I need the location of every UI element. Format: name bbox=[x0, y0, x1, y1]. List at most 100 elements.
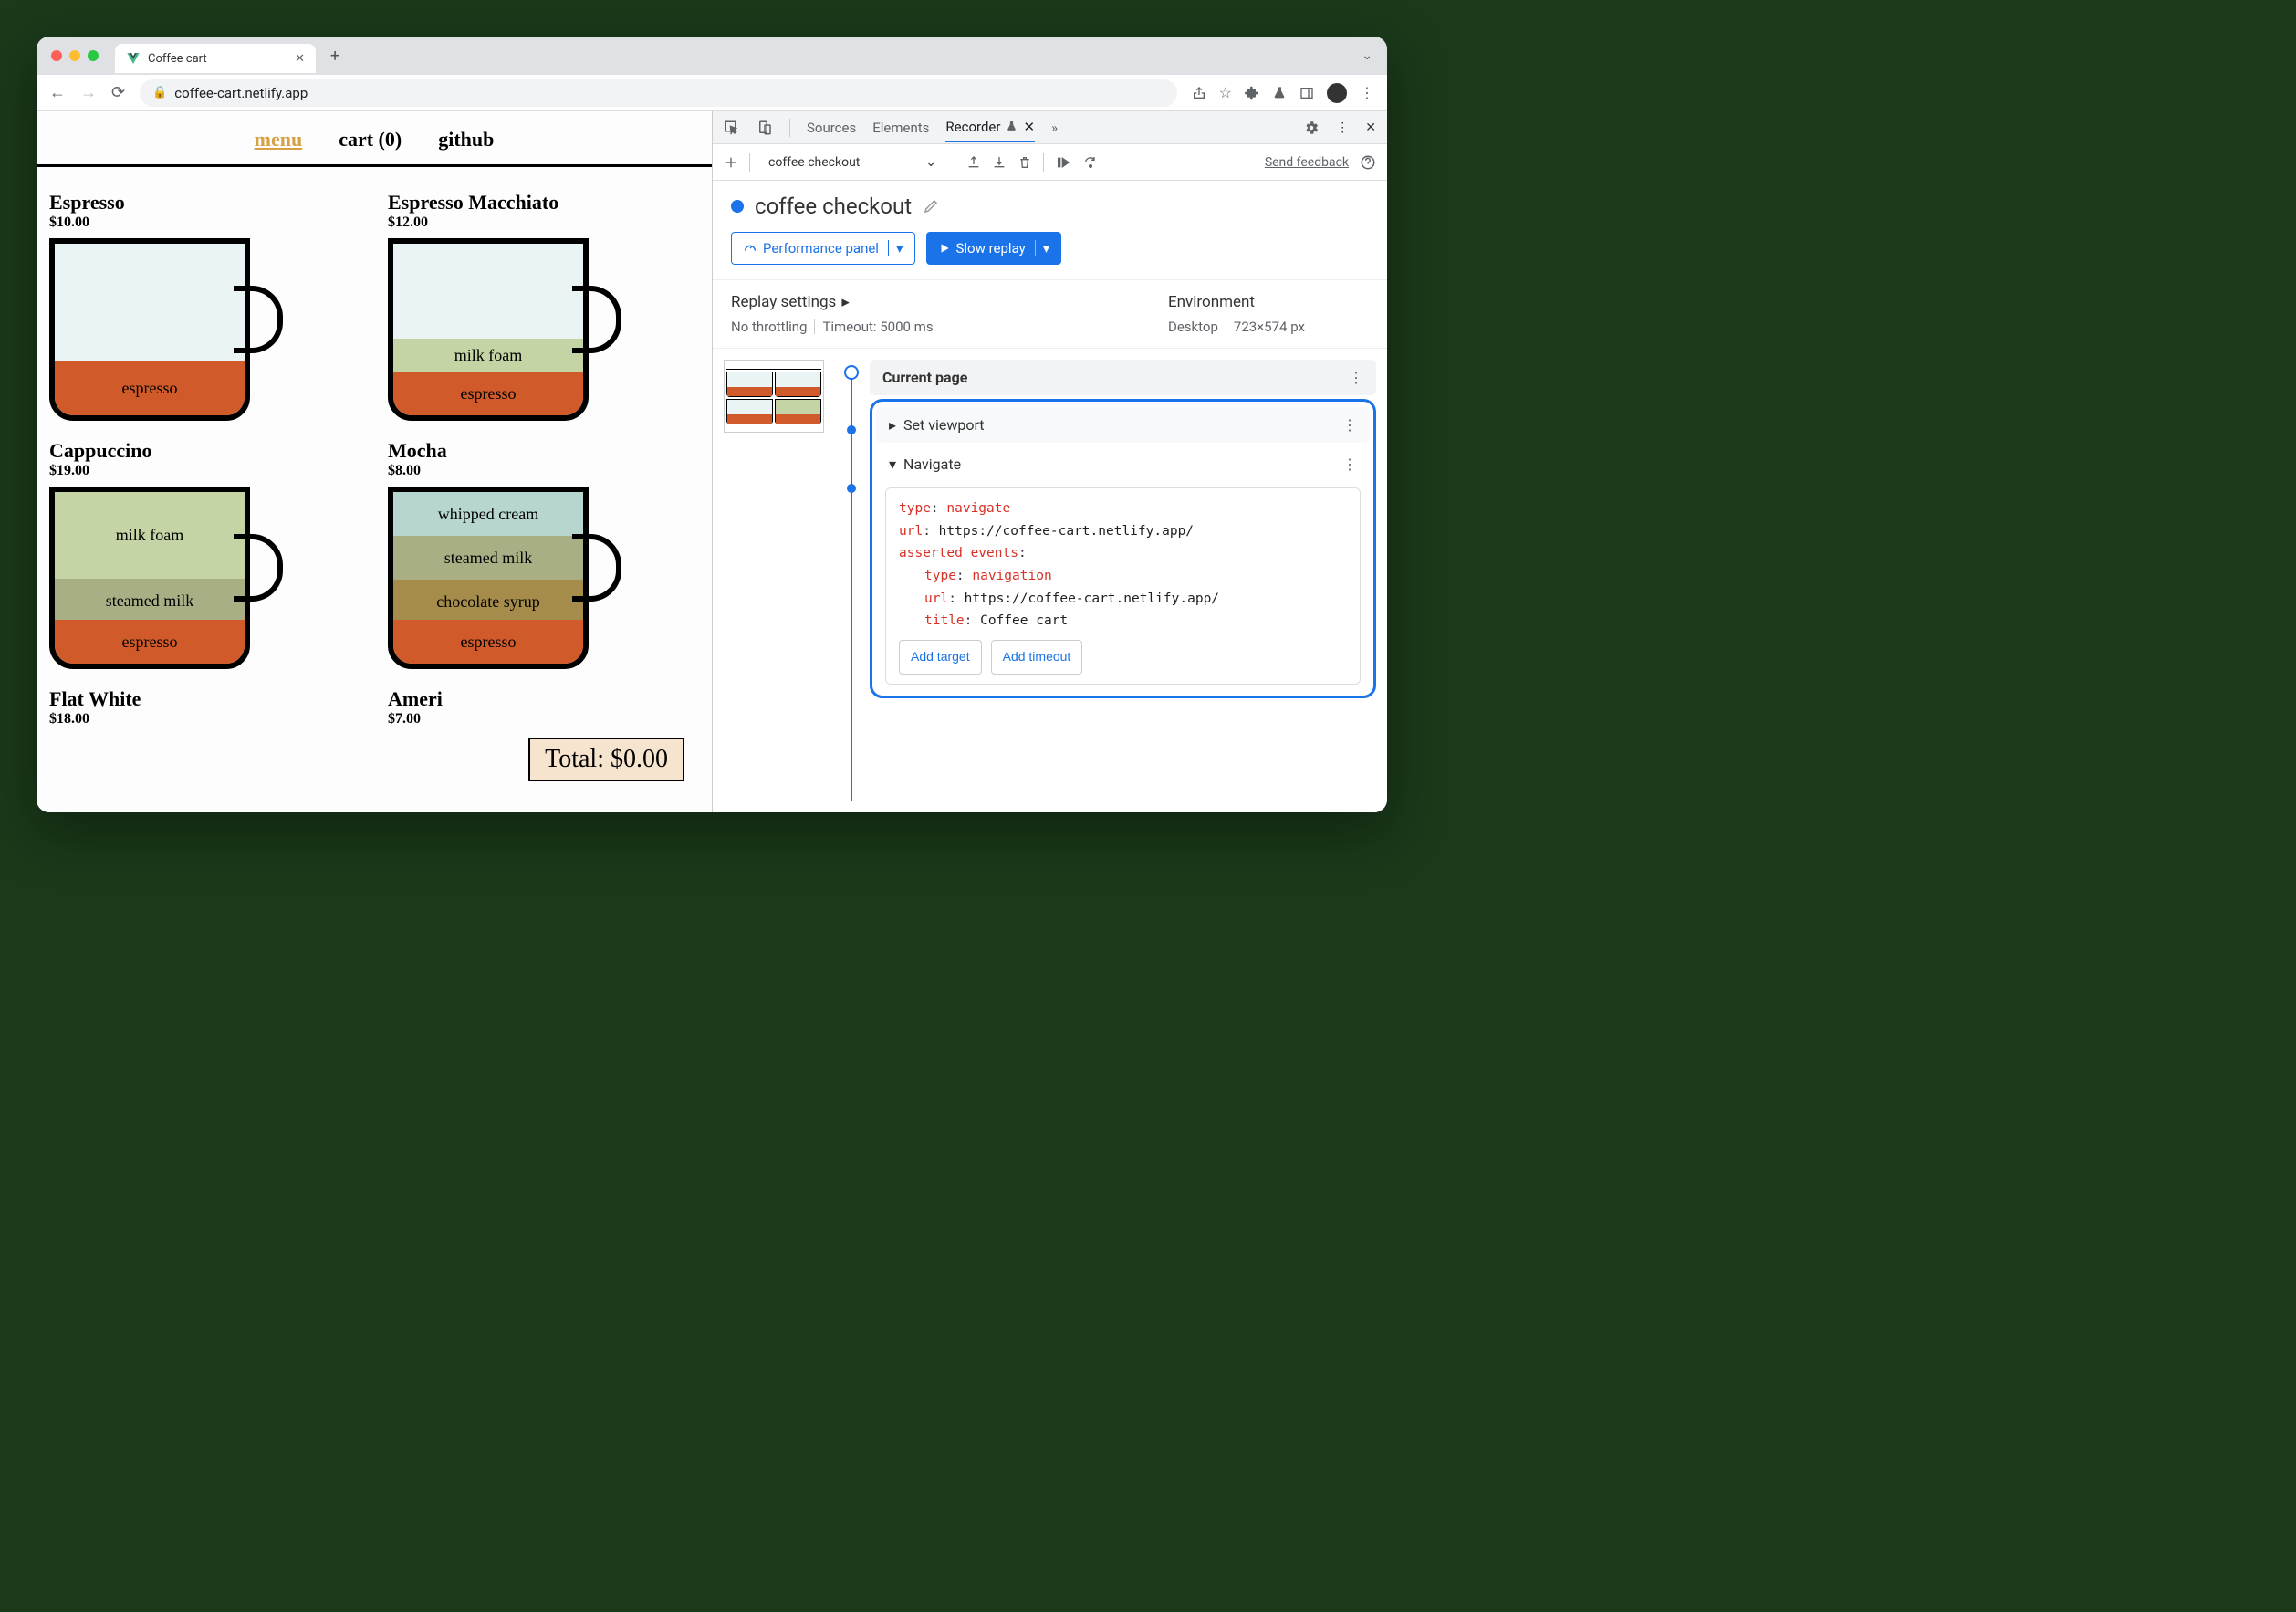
edit-title-icon[interactable] bbox=[923, 198, 939, 215]
extensions-icon[interactable] bbox=[1245, 86, 1259, 100]
profile-avatar[interactable] bbox=[1327, 83, 1347, 103]
layer-espresso: espresso bbox=[393, 372, 583, 415]
chevron-right-icon: ▸ bbox=[889, 416, 896, 434]
product-price: $12.00 bbox=[388, 215, 699, 231]
product-cappuccino[interactable]: Cappuccino $19.00 milk foam steamed milk… bbox=[49, 439, 360, 678]
play-icon bbox=[938, 242, 951, 255]
mug-icon: milk foam espresso bbox=[388, 238, 625, 430]
cart-total-badge[interactable]: Total: $0.00 bbox=[528, 738, 684, 781]
close-tab-icon[interactable]: ✕ bbox=[1023, 119, 1035, 135]
product-espresso[interactable]: Espresso $10.00 espresso bbox=[49, 191, 360, 430]
browser-window: Coffee cart ✕ + ⌄ ← → ⟳ 🔒 coffee-cart.ne… bbox=[37, 37, 1387, 812]
product-macchiato[interactable]: Espresso Macchiato $12.00 milk foam espr… bbox=[388, 191, 699, 430]
layer-espresso: espresso bbox=[55, 620, 245, 664]
viewport-value: 723×574 px bbox=[1234, 319, 1305, 335]
page-content: menu cart (0) github Espresso $10.00 esp… bbox=[37, 111, 712, 812]
step-set-viewport[interactable]: ▸ Set viewport ⋮ bbox=[876, 407, 1370, 443]
nav-menu[interactable]: menu bbox=[255, 128, 303, 152]
product-mocha[interactable]: Mocha $8.00 whipped cream steamed milk c… bbox=[388, 439, 699, 678]
close-tab-icon[interactable]: ✕ bbox=[295, 52, 305, 66]
tab-sources[interactable]: Sources bbox=[807, 120, 856, 136]
chevron-down-icon: ⌄ bbox=[925, 155, 936, 170]
step-current-page[interactable]: Current page ⋮ bbox=[870, 360, 1376, 395]
browser-tab[interactable]: Coffee cart ✕ bbox=[115, 44, 316, 73]
slow-replay-button[interactable]: Slow replay ▾ bbox=[926, 232, 1062, 265]
close-window-icon[interactable] bbox=[51, 50, 62, 61]
settings-icon[interactable] bbox=[1303, 120, 1320, 136]
export-icon[interactable] bbox=[966, 155, 981, 170]
import-icon[interactable] bbox=[992, 155, 1007, 170]
chevron-right-icon: ▸ bbox=[841, 293, 850, 311]
add-target-button[interactable]: Add target bbox=[899, 640, 982, 675]
step-menu-icon[interactable]: ⋮ bbox=[1349, 369, 1363, 386]
recording-title: coffee checkout bbox=[755, 194, 912, 219]
product-name: Flat White bbox=[49, 687, 360, 711]
labs-icon[interactable] bbox=[1272, 86, 1287, 100]
forward-button[interactable]: → bbox=[80, 83, 97, 102]
url-field[interactable]: 🔒 coffee-cart.netlify.app bbox=[140, 79, 1177, 107]
nav-github[interactable]: github bbox=[438, 128, 494, 152]
chevron-down-icon: ▾ bbox=[889, 455, 896, 473]
product-grid: Espresso $10.00 espresso Espresso Macchi… bbox=[37, 167, 712, 759]
step-menu-icon[interactable]: ⋮ bbox=[1342, 455, 1357, 473]
mug-icon: milk foam steamed milk espresso bbox=[49, 487, 287, 678]
continue-icon[interactable] bbox=[1082, 155, 1099, 170]
replay-settings[interactable]: Replay settings▸ No throttling Timeout: … bbox=[731, 293, 1168, 335]
device-toggle-icon[interactable] bbox=[757, 120, 773, 136]
timeline-node bbox=[844, 365, 859, 380]
back-button[interactable]: ← bbox=[49, 83, 66, 102]
product-price: $10.00 bbox=[49, 215, 360, 231]
toolbar-icons: ☆ ⋮ bbox=[1192, 83, 1374, 103]
steps-area: Current page ⋮ ▸ Set viewport ⋮ bbox=[713, 349, 1387, 812]
new-recording-icon[interactable] bbox=[724, 155, 738, 170]
layer-chocolate: chocolate syrup bbox=[393, 580, 583, 623]
send-feedback-link[interactable]: Send feedback bbox=[1265, 155, 1349, 170]
layer-espresso: espresso bbox=[393, 620, 583, 664]
devtools-panel: Sources Elements Recorder ✕ » ⋮ ✕ coffee… bbox=[712, 111, 1387, 812]
close-devtools-icon[interactable]: ✕ bbox=[1365, 120, 1376, 135]
step-over-icon[interactable] bbox=[1055, 155, 1071, 170]
tab-elements[interactable]: Elements bbox=[872, 120, 929, 136]
panel-icon[interactable] bbox=[1299, 86, 1314, 100]
minimize-window-icon[interactable] bbox=[69, 50, 80, 61]
throttling-value: No throttling bbox=[731, 319, 807, 335]
product-name: Mocha bbox=[388, 439, 699, 463]
recording-select[interactable]: coffee checkout ⌄ bbox=[761, 152, 944, 173]
step-thumbnail[interactable] bbox=[724, 360, 824, 433]
product-name: Espresso bbox=[49, 191, 360, 215]
share-icon[interactable] bbox=[1192, 86, 1206, 100]
new-tab-button[interactable]: + bbox=[330, 47, 339, 66]
performance-panel-button[interactable]: Performance panel ▾ bbox=[731, 232, 915, 265]
timeline bbox=[833, 360, 870, 801]
add-timeout-button[interactable]: Add timeout bbox=[991, 640, 1083, 675]
lock-icon: 🔒 bbox=[152, 86, 167, 99]
steps-list: Current page ⋮ ▸ Set viewport ⋮ bbox=[870, 360, 1376, 801]
step-navigate[interactable]: ▾ Navigate ⋮ type: navigate url: https:/… bbox=[876, 446, 1370, 685]
step-menu-icon[interactable]: ⋮ bbox=[1342, 416, 1357, 434]
product-price: $19.00 bbox=[49, 463, 360, 479]
timeout-value: Timeout: 5000 ms bbox=[822, 319, 933, 335]
chevron-down-icon[interactable]: ▾ bbox=[1035, 240, 1050, 256]
flask-icon bbox=[1006, 120, 1018, 132]
reload-button[interactable]: ⟳ bbox=[111, 83, 125, 102]
maximize-window-icon[interactable] bbox=[88, 50, 99, 61]
nav-cart[interactable]: cart (0) bbox=[339, 128, 402, 152]
delete-icon[interactable] bbox=[1018, 155, 1032, 170]
layer-steamed-milk: steamed milk bbox=[393, 536, 583, 580]
kebab-menu-icon[interactable]: ⋮ bbox=[1360, 84, 1374, 101]
recording-header: coffee checkout bbox=[713, 181, 1387, 232]
product-price: $18.00 bbox=[49, 711, 360, 727]
kebab-icon[interactable]: ⋮ bbox=[1336, 120, 1349, 135]
product-americano[interactable]: Americano $7.00 bbox=[388, 687, 699, 735]
timeline-node bbox=[847, 484, 856, 493]
product-price: $7.00 bbox=[388, 711, 699, 727]
inspect-icon[interactable] bbox=[724, 120, 740, 136]
chevron-down-icon[interactable]: ▾ bbox=[888, 240, 903, 256]
tab-dropdown-icon[interactable]: ⌄ bbox=[1362, 48, 1372, 63]
bookmark-icon[interactable]: ☆ bbox=[1219, 84, 1232, 101]
recording-controls: Performance panel ▾ Slow replay ▾ bbox=[713, 232, 1387, 279]
help-icon[interactable] bbox=[1360, 154, 1376, 171]
more-tabs-icon[interactable]: » bbox=[1051, 120, 1058, 136]
tab-recorder[interactable]: Recorder ✕ bbox=[945, 119, 1035, 142]
product-flat-white[interactable]: Flat White $18.00 bbox=[49, 687, 360, 735]
